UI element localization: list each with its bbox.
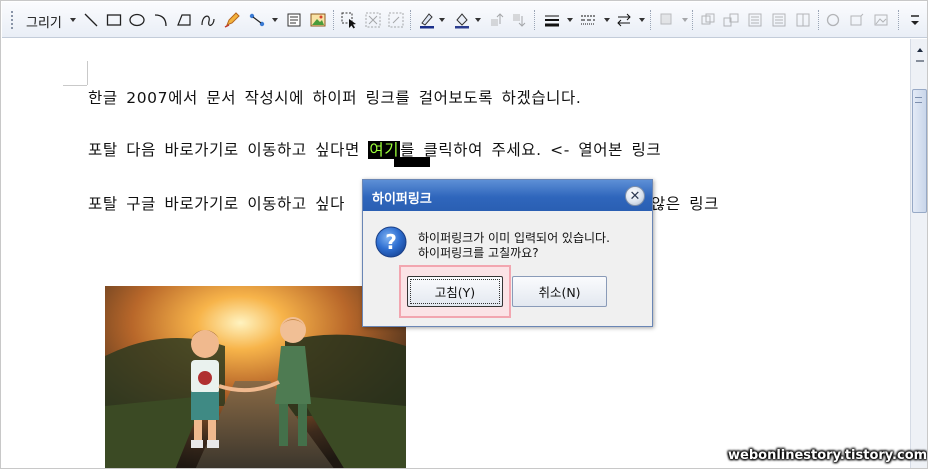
chevron-down-icon[interactable] [567,18,573,22]
select-object-icon[interactable] [340,11,358,29]
textbox-icon[interactable] [285,11,303,29]
ellipse-icon[interactable] [128,11,146,29]
dialog-title: 하이퍼링크 [372,192,432,207]
scroll-split-icon[interactable] [911,55,927,69]
pencil-icon[interactable] [223,11,241,29]
line-dash-icon[interactable] [579,11,597,29]
document-line[interactable]: 포탈 구글 바로가기로 이동하고 싶다 [88,192,345,214]
line-color-icon[interactable] [418,11,436,29]
app-window: 그리기 한글 2007에서 문서 작성시에 하이퍼 링크를 걸어보도록 하겠습니… [0,0,928,469]
chevron-down-icon[interactable] [604,18,610,22]
question-icon: ? [375,226,407,258]
toolbar-separator [650,10,651,30]
chevron-down-icon[interactable] [272,18,278,22]
chevron-down-icon[interactable] [475,18,481,22]
hyperlink-dialog: 하이퍼링크 ✕ ? 하이퍼링크가 이미 입력되어 있습니다. 하이퍼링크를 고칠… [362,179,653,327]
chevron-down-icon[interactable] [70,18,76,22]
chevron-down-icon[interactable] [639,18,645,22]
line-text: 를 클릭하여 주세요. <- 열어본 링크 [400,141,662,159]
document-line[interactable]: 한글 2007에서 문서 작성시에 하이퍼 링크를 걸어보도록 하겠습니다. [88,86,581,108]
size-icon[interactable] [746,11,764,29]
toolbar-separator [692,10,693,30]
rectangle-icon[interactable] [105,11,123,29]
line-style-icon[interactable] [543,11,561,29]
draw-menu-button[interactable]: 그리기 [26,12,62,31]
3d-icon[interactable] [848,11,866,29]
page-margin-mark [63,85,87,86]
arc-icon[interactable] [152,11,170,29]
edit-yes-button[interactable]: 고침(Y) [407,276,503,307]
group-icon[interactable] [364,11,382,29]
curve-icon[interactable] [199,11,217,29]
toolbar-separator [410,10,411,30]
dialog-message: 하이퍼링크를 고칠까요? [418,246,539,260]
polygon-icon[interactable] [175,11,193,29]
fill-color-icon[interactable] [453,11,471,29]
dialog-title-bar[interactable]: 하이퍼링크 ✕ [363,180,652,211]
ungroup-icon[interactable] [387,11,405,29]
drawing-toolbar: 그리기 [2,2,927,38]
bring-forward-icon[interactable] [488,11,506,29]
line-text: 포탈 구글 바로가기로 이동하고 싶다 [88,195,346,213]
close-icon[interactable]: ✕ [625,186,645,206]
image-icon[interactable] [309,11,327,29]
connector-icon[interactable] [248,11,266,29]
toolbar-grip[interactable] [11,11,14,29]
shadow-icon[interactable] [658,11,676,29]
more-icon[interactable] [906,11,920,29]
toolbar-separator [898,10,899,30]
chevron-down-icon[interactable] [682,18,688,22]
cancel-no-button[interactable]: 취소(N) [512,276,607,307]
vertical-scrollbar[interactable] [910,39,927,468]
toolbar-separator [333,10,334,30]
page-margin-mark [87,61,88,85]
hyperlink-text[interactable]: 여기 [368,141,401,159]
image-effect-icon[interactable] [872,11,890,29]
toolbar-separator [534,10,535,30]
flip-icon[interactable] [794,11,812,29]
line-icon[interactable] [82,11,100,29]
toolbar-separator [818,10,819,30]
document-photo[interactable] [105,286,406,468]
arrow-style-icon[interactable] [615,11,633,29]
svg-text:?: ? [385,230,397,254]
line-text: 포탈 다음 바로가기로 이동하고 싶다면 [88,141,369,159]
scrollbar-grip-icon [915,97,922,103]
scrollbar-thumb[interactable] [912,89,927,213]
send-backward-icon[interactable] [510,11,528,29]
document-line[interactable]: 포탈 다음 바로가기로 이동하고 싶다면 여기를 클릭하여 주세요. <- 열어… [88,138,661,160]
distribute-icon[interactable] [722,11,740,29]
refresh-icon[interactable] [824,11,842,29]
watermark: webonlinestory.tistory.com [728,447,928,463]
align-icon[interactable] [699,11,717,29]
chevron-down-icon[interactable] [439,18,445,22]
document-line-tail[interactable]: 않은 링크 [651,192,719,214]
rotate-icon[interactable] [770,11,788,29]
